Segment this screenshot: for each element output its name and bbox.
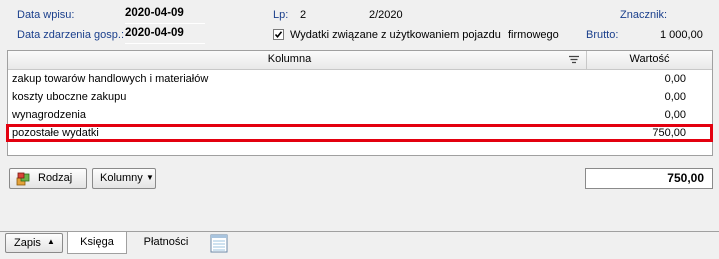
row-value: 0,00 [664,109,686,121]
data-zdarzenia-value: 2020-04-09 [125,27,184,39]
column-header-kolumna[interactable]: Kolumna [8,51,571,69]
row-value: 0,00 [664,91,686,103]
row-name: zakup towarów handlowych i materiałów [12,73,209,85]
zapis-label: Zapis [14,237,41,249]
znacznik-label: Znacznik: [620,9,668,21]
document-number: 2/2020 [369,9,403,21]
data-zdarzenia-label: Data zdarzenia gosp.: [17,29,125,41]
vehicle-type: firmowego [508,29,559,41]
tab-ksiega[interactable]: Księga [67,232,127,254]
column-menu-icon[interactable] [568,55,580,68]
data-zdarzenia-field[interactable]: 2020-04-09 [125,27,205,44]
data-wpisu-value: 2020-04-09 [125,7,184,19]
lp-value: 2 [300,9,307,21]
table-row[interactable]: zakup towarów handlowych i materiałów 0,… [8,70,712,88]
checkmark-icon [274,31,283,39]
tab-platnosci[interactable]: Płatności [131,232,201,254]
highlight-box [6,124,713,142]
table-row[interactable]: wynagrodzenia 0,00 [8,106,712,124]
data-wpisu-label: Data wpisu: [17,9,75,21]
rodzaj-icon [16,172,31,193]
brutto-value: 1 000,00 [660,29,703,41]
znacznik-field[interactable] [670,6,710,22]
row-name: koszty uboczne zakupu [12,91,127,103]
rodzaj-label: Rodzaj [38,172,73,184]
table-row[interactable]: koszty uboczne zakupu 0,00 [8,88,712,106]
notepad-icon[interactable] [210,234,228,256]
kolumny-label: Kolumny [100,172,143,184]
data-wpisu-field[interactable]: 2020-04-09 [125,7,205,24]
rodzaj-button[interactable]: Rodzaj [9,168,87,189]
brutto-label: Brutto: [586,29,619,41]
dropdown-arrow-icon: ▲ [47,237,55,246]
lp-label: Lp: [273,9,289,21]
dropdown-arrow-icon: ▼ [146,173,154,182]
column-header-wartosc[interactable]: Wartość [587,51,712,69]
vehicle-expense-checkbox[interactable] [273,29,284,40]
table-header: Kolumna Wartość [8,51,712,70]
kolumny-button[interactable]: Kolumny ▼ [92,168,156,189]
row-name: wynagrodzenia [12,109,86,121]
vehicle-expense-label: Wydatki związane z użytkowaniem pojazdu [290,29,501,41]
zapis-button[interactable]: Zapis ▲ [5,233,63,253]
total-value: 750,00 [585,168,713,189]
row-value: 0,00 [664,73,686,85]
